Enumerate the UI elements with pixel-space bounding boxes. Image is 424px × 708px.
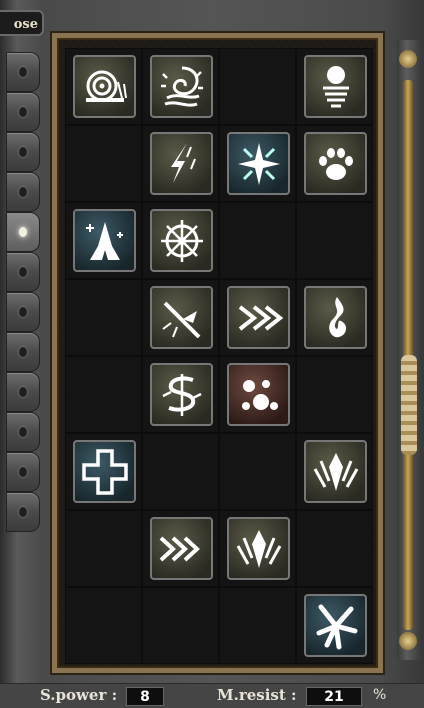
skill-slot[interactable] bbox=[142, 356, 219, 433]
spower-label: S.power : bbox=[40, 686, 118, 704]
skill-slot[interactable] bbox=[142, 202, 219, 279]
dot-icon bbox=[19, 507, 27, 517]
skill-slot[interactable] bbox=[296, 279, 373, 356]
star-burst-icon[interactable] bbox=[227, 132, 290, 195]
skill-slot[interactable] bbox=[142, 433, 219, 510]
wheel-icon[interactable] bbox=[150, 209, 213, 272]
snail-icon[interactable] bbox=[73, 55, 136, 118]
rune-icon[interactable] bbox=[150, 363, 213, 426]
dot-icon bbox=[19, 227, 27, 237]
skill-window: ose S.power : 8 M.resist : 21 % bbox=[0, 0, 424, 708]
dot-icon bbox=[19, 187, 27, 197]
category-tabs bbox=[6, 52, 40, 572]
close-button[interactable]: ose bbox=[0, 10, 44, 36]
skill-slot[interactable] bbox=[296, 356, 373, 433]
skill-slot[interactable] bbox=[219, 279, 296, 356]
category-tab-9[interactable] bbox=[6, 372, 40, 412]
category-tab-7[interactable] bbox=[6, 292, 40, 332]
blade-burst-icon[interactable] bbox=[304, 594, 367, 657]
skill-slot[interactable] bbox=[296, 433, 373, 510]
scrollbar-thumb[interactable] bbox=[401, 355, 417, 455]
skill-slot[interactable] bbox=[219, 356, 296, 433]
flame-icon[interactable] bbox=[304, 286, 367, 349]
skill-slot[interactable] bbox=[65, 510, 142, 587]
skill-slot[interactable] bbox=[142, 587, 219, 664]
scroll-down-knob[interactable] bbox=[399, 632, 417, 650]
skill-slot[interactable] bbox=[296, 48, 373, 125]
skill-slot[interactable] bbox=[142, 48, 219, 125]
category-tab-10[interactable] bbox=[6, 412, 40, 452]
skill-slot[interactable] bbox=[65, 202, 142, 279]
shield-spikes-icon[interactable] bbox=[304, 440, 367, 503]
scroll-up-knob[interactable] bbox=[399, 50, 417, 68]
skill-grid-frame bbox=[52, 33, 383, 673]
stats-bar: S.power : 8 M.resist : 21 % bbox=[0, 683, 424, 708]
dot-icon bbox=[19, 467, 27, 477]
skill-slot[interactable] bbox=[219, 202, 296, 279]
skill-slot[interactable] bbox=[219, 48, 296, 125]
skill-slot[interactable] bbox=[219, 125, 296, 202]
skill-slot[interactable] bbox=[65, 433, 142, 510]
category-tab-5[interactable] bbox=[6, 212, 40, 252]
skill-slot[interactable] bbox=[296, 125, 373, 202]
skill-slot[interactable] bbox=[219, 587, 296, 664]
skill-slot[interactable] bbox=[65, 125, 142, 202]
category-tab-12[interactable] bbox=[6, 492, 40, 532]
skill-slot[interactable] bbox=[142, 125, 219, 202]
category-tab-2[interactable] bbox=[6, 92, 40, 132]
category-tab-1[interactable] bbox=[6, 52, 40, 92]
skill-slot[interactable] bbox=[65, 48, 142, 125]
category-tab-4[interactable] bbox=[6, 172, 40, 212]
cross-icon[interactable] bbox=[73, 440, 136, 503]
dot-icon bbox=[19, 307, 27, 317]
mresist-value: 21 bbox=[306, 687, 362, 706]
dot-icon bbox=[19, 427, 27, 437]
category-tab-6[interactable] bbox=[6, 252, 40, 292]
shield-spikes-icon[interactable] bbox=[227, 517, 290, 580]
category-tab-8[interactable] bbox=[6, 332, 40, 372]
lightning-icon[interactable] bbox=[150, 132, 213, 195]
skill-slot[interactable] bbox=[65, 279, 142, 356]
dot-icon bbox=[19, 107, 27, 117]
category-tab-11[interactable] bbox=[6, 452, 40, 492]
skill-grid bbox=[65, 48, 373, 664]
triple-arrow-icon[interactable] bbox=[150, 517, 213, 580]
mresist-label: M.resist : bbox=[217, 686, 297, 704]
spower-value: 8 bbox=[126, 687, 164, 706]
skill-slot[interactable] bbox=[296, 510, 373, 587]
skill-slot[interactable] bbox=[296, 202, 373, 279]
spots-icon[interactable] bbox=[227, 363, 290, 426]
orb-icon[interactable] bbox=[304, 55, 367, 118]
skill-slot[interactable] bbox=[142, 279, 219, 356]
category-tab-3[interactable] bbox=[6, 132, 40, 172]
skill-slot[interactable] bbox=[65, 356, 142, 433]
percent-sign: % bbox=[373, 687, 387, 703]
spiral-storm-icon[interactable] bbox=[150, 55, 213, 118]
skill-slot[interactable] bbox=[296, 587, 373, 664]
scrollbar[interactable] bbox=[397, 40, 421, 660]
skill-slot[interactable] bbox=[65, 587, 142, 664]
skill-slot[interactable] bbox=[142, 510, 219, 587]
dot-icon bbox=[19, 267, 27, 277]
strike-icon[interactable] bbox=[150, 286, 213, 349]
dot-icon bbox=[19, 347, 27, 357]
skill-slot[interactable] bbox=[219, 433, 296, 510]
dot-icon bbox=[19, 387, 27, 397]
dot-icon bbox=[19, 147, 27, 157]
dot-icon bbox=[19, 67, 27, 77]
praying-hands-icon[interactable] bbox=[73, 209, 136, 272]
double-arrow-icon[interactable] bbox=[227, 286, 290, 349]
skill-slot[interactable] bbox=[219, 510, 296, 587]
paw-icon[interactable] bbox=[304, 132, 367, 195]
